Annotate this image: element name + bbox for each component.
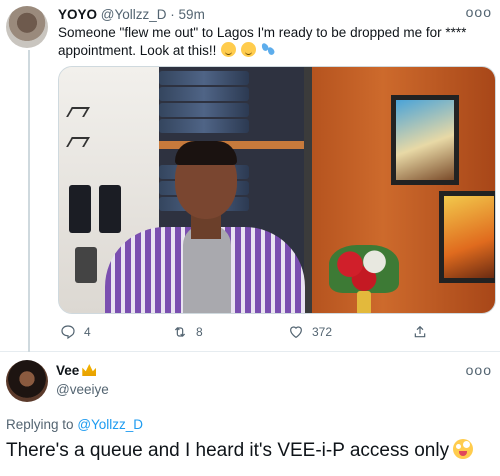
retweet-icon — [174, 327, 186, 337]
tweet-original[interactable]: YOYO @Yollzz_D · 59m ooo Someone "flew m… — [0, 0, 500, 352]
relieved-face-icon — [221, 42, 237, 57]
reply-icon — [61, 325, 75, 340]
share-icon — [414, 325, 426, 338]
retweet-count: 8 — [196, 325, 203, 339]
photo-painting — [439, 191, 495, 283]
photo-painting — [391, 95, 459, 185]
photo-flowers — [329, 245, 399, 293]
crown-icon — [82, 364, 97, 376]
header-separator: · — [170, 7, 175, 22]
sweat-droplets-icon — [260, 42, 277, 57]
heart-icon — [290, 326, 302, 339]
replying-to: Replying to @Yollzz_D — [6, 416, 143, 434]
replying-to-handle-link[interactable]: @Yollzz_D — [77, 417, 143, 432]
author-name[interactable]: YOYO — [58, 7, 97, 22]
like-count: 372 — [312, 325, 333, 339]
tweet-photo[interactable] — [58, 66, 496, 314]
photo-vase — [357, 291, 371, 313]
reply-author-name-row: Vee — [56, 362, 97, 380]
retweet-button[interactable]: 8 — [172, 322, 203, 342]
tweet-time[interactable]: 59m — [179, 7, 205, 22]
more-options-icon[interactable]: ooo — [466, 4, 492, 20]
reply-author-name[interactable]: Vee — [56, 363, 79, 378]
tweet-actions: 4 8 372 — [58, 322, 498, 344]
thread-connector-line — [28, 50, 30, 352]
photo-person — [105, 141, 305, 313]
like-button[interactable]: 372 — [288, 322, 332, 342]
tweet-header: YOYO @Yollzz_D · 59m — [58, 6, 205, 24]
share-button[interactable] — [412, 322, 436, 342]
replying-to-label: Replying to — [6, 417, 74, 432]
reply-count: 4 — [84, 325, 91, 339]
photo-pole — [304, 67, 312, 313]
relieved-face-icon — [240, 42, 256, 57]
reply-author-handle[interactable]: @veeiye — [56, 381, 109, 399]
reply-author-avatar[interactable] — [6, 360, 48, 402]
author-avatar[interactable] — [6, 6, 48, 48]
more-options-icon[interactable]: ooo — [466, 362, 492, 378]
reply-text: There's a queue and I heard it's VEE-i-P… — [6, 438, 496, 464]
author-handle[interactable]: @Yollzz_D — [101, 7, 167, 22]
reply-button[interactable]: 4 — [60, 322, 91, 342]
reply-text-body: There's a queue and I heard it's VEE-i-P… — [6, 440, 450, 461]
tweet-text: Someone "flew me out" to Lagos I'm ready… — [58, 24, 470, 60]
tweet-reply[interactable]: Vee @veeiye ooo Replying to @Yollzz_D Th… — [0, 352, 500, 476]
zany-face-icon — [453, 439, 474, 459]
